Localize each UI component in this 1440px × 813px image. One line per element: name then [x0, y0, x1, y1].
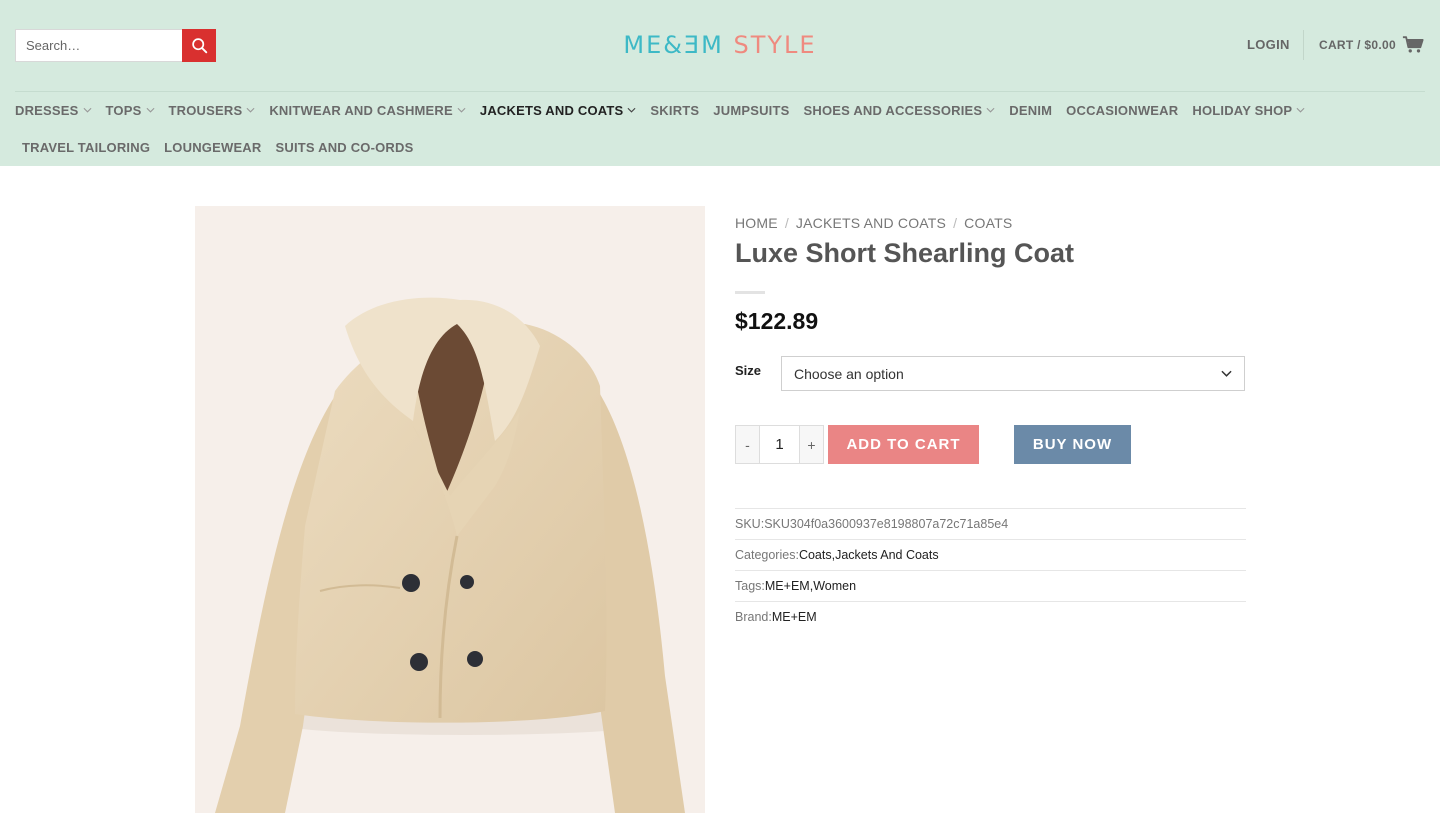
login-link[interactable]: LOGIN — [1247, 37, 1290, 52]
search-form — [15, 29, 216, 62]
tag-link-me-em[interactable]: ME+EM — [765, 579, 810, 593]
chevron-down-icon — [457, 107, 466, 113]
tags-row: Tags: ME+EM , Women — [735, 570, 1246, 601]
chevron-down-icon — [146, 107, 154, 113]
nav-item-suits-and-co-ords[interactable]: SUITS AND CO-ORDS — [276, 138, 414, 156]
nav-item-label: DENIM — [1009, 102, 1053, 118]
quantity-stepper: - 1 + — [735, 425, 824, 464]
nav-item-label: DRESSES — [15, 102, 79, 118]
logo-text-brand: ME&ƎM — [623, 31, 724, 59]
search-input[interactable] — [15, 29, 182, 62]
brand-label: Brand: — [735, 610, 772, 624]
add-to-cart-button[interactable]: ADD TO CART — [828, 425, 979, 464]
sku-row: SKU: SKU304f0a3600937e8198807a72c71a85e4 — [735, 508, 1246, 539]
logo-text-style: STYLE — [733, 31, 817, 59]
nav-item-label: JACKETS AND COATS — [479, 102, 624, 118]
product-price: $122.89 — [735, 308, 819, 334]
nav-item-loungewear[interactable]: LOUNGEWEAR — [164, 138, 261, 156]
nav-item-jumpsuits[interactable]: JUMPSUITS — [713, 101, 789, 119]
header-divider — [1303, 30, 1304, 60]
category-link-jackets-and-coats[interactable]: Jackets And Coats — [835, 548, 939, 562]
search-icon — [191, 38, 207, 54]
shearling-coat-image — [215, 297, 685, 813]
chevron-down-icon — [246, 107, 255, 113]
nav-item-tops[interactable]: TOPS — [106, 101, 155, 119]
nav-item-label: TOPS — [105, 102, 142, 118]
product-title: Luxe Short Shearling Coat — [735, 238, 1075, 268]
title-divider — [735, 291, 765, 294]
breadcrumb-separator: / — [953, 215, 958, 231]
breadcrumb: HOME / JACKETS AND COATS / COATS — [735, 215, 1012, 231]
nav-item-label: JUMPSUITS — [713, 102, 790, 118]
tag-link-women[interactable]: Women — [813, 579, 856, 593]
cart-label: CART / $0.00 — [1319, 37, 1396, 52]
chevron-down-icon — [1221, 370, 1232, 377]
nav-item-travel-tailoring[interactable]: TRAVEL TAILORING — [22, 138, 150, 156]
categories-row: Categories: Coats , Jackets And Coats — [735, 539, 1246, 570]
nav-item-occasionwear[interactable]: OCCASIONWEAR — [1066, 101, 1178, 119]
nav-item-dresses[interactable]: DRESSES — [15, 101, 92, 119]
nav-item-jackets-and-coats[interactable]: JACKETS AND COATS — [480, 101, 637, 119]
main-nav: DRESSES TOPS TROUSERS KNITWEAR AND CASHM… — [15, 101, 1430, 119]
nav-item-skirts[interactable]: SKIRTS — [650, 101, 699, 119]
nav-item-knitwear[interactable]: KNITWEAR AND CASHMERE — [269, 101, 466, 119]
quantity-input[interactable]: 1 — [759, 426, 800, 463]
categories-label: Categories: — [735, 548, 799, 562]
quantity-minus-button[interactable]: - — [736, 426, 759, 463]
breadcrumb-home[interactable]: HOME — [735, 215, 778, 231]
product-image[interactable] — [195, 206, 705, 813]
breadcrumb-separator: / — [784, 215, 789, 231]
size-label: Size — [735, 363, 762, 378]
nav-item-label: SKIRTS — [650, 102, 700, 118]
nav-item-label: SHOES AND ACCESSORIES — [803, 102, 983, 118]
nav-item-label: SUITS AND CO-ORDS — [275, 139, 414, 155]
search-button[interactable] — [182, 29, 216, 62]
site-logo[interactable]: ME&ƎM STYLE — [0, 31, 1440, 59]
tags-label: Tags: — [735, 579, 765, 593]
nav-item-label: LOUNGEWEAR — [164, 139, 262, 155]
nav-item-label: KNITWEAR AND CASHMERE — [269, 102, 453, 118]
site-header: ME&ƎM STYLE LOGIN CART / $0.00 DRESSES T… — [0, 0, 1440, 166]
breadcrumb-coats[interactable]: COATS — [964, 215, 1012, 231]
breadcrumb-jackets-and-coats[interactable]: JACKETS AND COATS — [796, 215, 946, 231]
nav-item-label: TROUSERS — [168, 102, 243, 118]
nav-item-shoes-and-accessories[interactable]: SHOES AND ACCESSORIES — [804, 101, 996, 119]
brand-link-me-em[interactable]: ME+EM — [772, 610, 817, 624]
nav-item-denim[interactable]: DENIM — [1009, 101, 1052, 119]
nav-item-holiday-shop[interactable]: HOLIDAY SHOP — [1192, 101, 1305, 119]
size-select[interactable]: Choose an option — [781, 356, 1245, 391]
chevron-down-icon — [986, 107, 995, 113]
header-divider-line — [15, 91, 1425, 92]
cart-icon — [1402, 36, 1424, 53]
sku-label: SKU: — [735, 517, 765, 531]
chevron-down-icon — [627, 107, 636, 113]
category-link-coats[interactable]: Coats — [799, 548, 832, 562]
buy-now-button[interactable]: BUY NOW — [1014, 425, 1131, 464]
product-meta: SKU: SKU304f0a3600937e8198807a72c71a85e4… — [735, 508, 1246, 632]
chevron-down-icon — [1296, 107, 1305, 113]
chevron-down-icon — [83, 107, 92, 113]
main-nav-row-2: TRAVEL TAILORING LOUNGEWEAR SUITS AND CO… — [22, 138, 427, 156]
nav-item-trousers[interactable]: TROUSERS — [169, 101, 256, 119]
sku-value: SKU304f0a3600937e8198807a72c71a85e4 — [764, 517, 1009, 531]
nav-item-label: HOLIDAY SHOP — [1192, 102, 1293, 118]
cart-link[interactable]: CART / $0.00 — [1319, 35, 1424, 54]
nav-item-label: OCCASIONWEAR — [1066, 102, 1179, 118]
quantity-plus-button[interactable]: + — [800, 426, 823, 463]
nav-item-label: TRAVEL TAILORING — [22, 139, 151, 155]
size-select-value: Choose an option — [794, 365, 904, 382]
brand-row: Brand: ME+EM — [735, 601, 1246, 632]
